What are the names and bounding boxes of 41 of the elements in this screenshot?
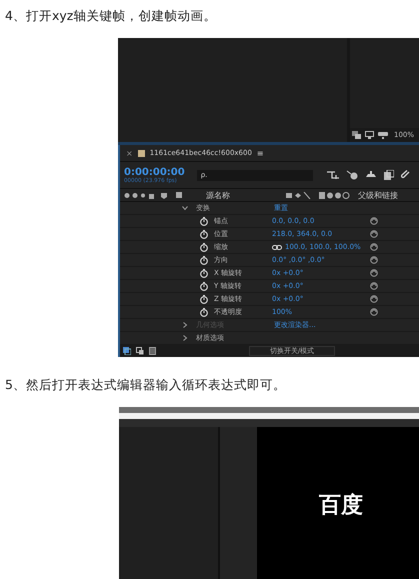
label-column-icon bbox=[176, 192, 182, 198]
pick-whip-icon[interactable] bbox=[370, 269, 378, 277]
monitor-icon[interactable] bbox=[365, 131, 374, 139]
graph-icon[interactable] bbox=[326, 170, 339, 180]
pick-whip-icon[interactable] bbox=[370, 295, 378, 303]
stopwatch-icon[interactable] bbox=[200, 230, 208, 238]
viewer-text: 百度 bbox=[319, 492, 363, 520]
stopwatch-icon[interactable] bbox=[200, 294, 208, 304]
close-button[interactable]: × bbox=[126, 148, 133, 158]
comp-icon[interactable] bbox=[123, 347, 131, 355]
menu-button[interactable]: ≡ bbox=[256, 148, 264, 158]
column-header[interactable]: 父级和链接 bbox=[358, 190, 398, 200]
pick-whip-icon[interactable] bbox=[370, 243, 378, 251]
pick-whip-icon[interactable] bbox=[370, 217, 378, 225]
render-time-icon[interactable] bbox=[149, 347, 156, 355]
stopwatch-icon[interactable] bbox=[200, 308, 208, 316]
column-header[interactable]: 源名称 bbox=[206, 190, 286, 200]
step-text: 5、然后打开表达式编辑器输入循环表达式即可。 bbox=[4, 376, 287, 394]
stopwatch-icon[interactable] bbox=[200, 282, 208, 290]
stopwatch-icon[interactable] bbox=[200, 256, 208, 264]
composition-icon bbox=[138, 150, 145, 156]
paperclip-icon[interactable] bbox=[400, 170, 411, 180]
stopwatch-icon[interactable] bbox=[200, 216, 208, 226]
pick-whip-icon[interactable] bbox=[370, 230, 378, 238]
expand-icon[interactable] bbox=[136, 347, 144, 355]
shy-layer-icon[interactable] bbox=[364, 170, 377, 180]
chain-link-icon[interactable] bbox=[272, 244, 282, 250]
stopwatch-icon[interactable] bbox=[200, 268, 208, 278]
chevron-icon[interactable] bbox=[182, 205, 188, 211]
stopwatch-icon[interactable] bbox=[200, 242, 208, 252]
pick-whip-icon[interactable] bbox=[370, 256, 378, 264]
pick-whip-icon[interactable] bbox=[370, 308, 378, 316]
switch-icons-drawing bbox=[124, 192, 168, 198]
layers-icon[interactable] bbox=[352, 131, 361, 139]
chevron-icon[interactable] bbox=[182, 335, 188, 341]
motion-blur-icon[interactable] bbox=[346, 170, 358, 180]
pick-whip-icon[interactable] bbox=[370, 282, 378, 290]
layer-switch-icons-drawing bbox=[286, 192, 350, 198]
timecode[interactable]: 0:00:00:00 bbox=[124, 166, 185, 178]
frame-blend-icon[interactable] bbox=[384, 170, 394, 180]
step-text: 4、打开xyz轴关键帧，创建帧动画。 bbox=[4, 7, 218, 25]
